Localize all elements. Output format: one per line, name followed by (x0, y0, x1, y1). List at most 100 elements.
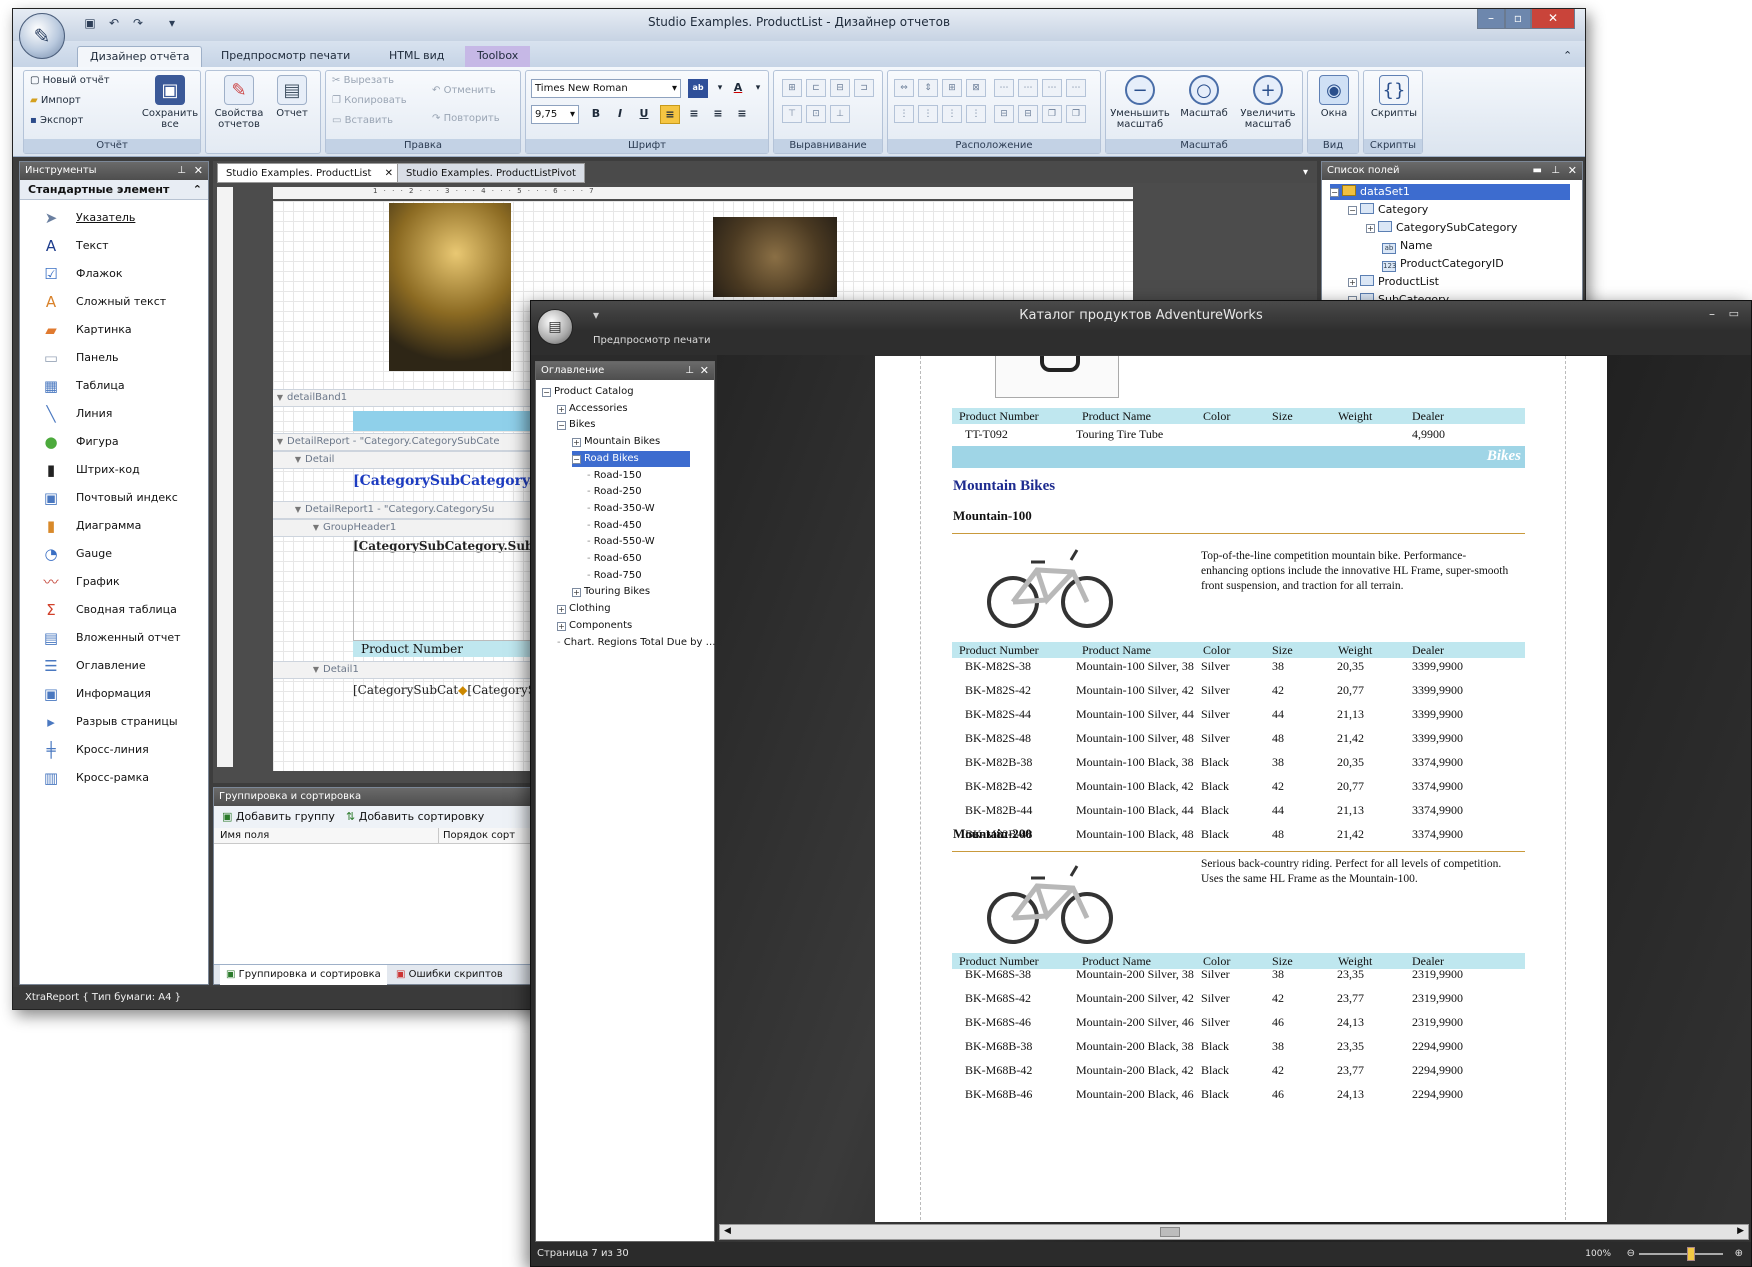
tab-print-preview[interactable]: Предпросмотр печати (593, 335, 711, 346)
add-sort-button[interactable]: ⇅ Добавить сортировку (346, 806, 484, 828)
close-tab-icon[interactable]: ✕ (385, 168, 393, 179)
doc-tab-productlistpivot[interactable]: Studio Examples. ProductListPivot (397, 163, 585, 183)
preview-app-orb[interactable]: ▤ (537, 309, 573, 345)
size-to-grid-icon[interactable]: ⊞ (942, 79, 962, 97)
tab-designer[interactable]: Дизайнер отчёта (77, 46, 203, 67)
expand-icon[interactable]: + (572, 588, 581, 598)
align-bottoms-icon[interactable]: ⊥ (830, 105, 850, 123)
cut-button[interactable]: ✂ Вырезать (332, 73, 394, 89)
tool-item[interactable]: ▤ Вложенный отчет (20, 624, 208, 652)
tool-item[interactable]: A Текст (20, 232, 208, 260)
field-node-dataset[interactable]: − dataSet1 (1330, 184, 1570, 200)
expand-icon[interactable]: ▼ (291, 502, 305, 518)
vert-spacing-increase-icon[interactable]: ⋮ (918, 105, 938, 123)
photo-cyclists[interactable] (389, 203, 511, 371)
expand-icon[interactable]: ▼ (273, 434, 287, 450)
report-properties-button[interactable]: ✎ Свойства отчетов (210, 75, 268, 130)
toc-item[interactable]: - Road-550-W (587, 534, 655, 550)
scroll-left-icon[interactable]: ◀ (724, 1226, 731, 1236)
zoom-slider-thumb[interactable] (1687, 1247, 1695, 1261)
center-vertically-icon[interactable]: ⊟ (1018, 105, 1038, 123)
tool-item[interactable]: ◔ Gauge (20, 540, 208, 568)
send-to-back-icon[interactable]: ❐ (1066, 105, 1086, 123)
collapse-icon[interactable]: − (557, 421, 566, 431)
vert-spacing-decrease-icon[interactable]: ⋮ (942, 105, 962, 123)
field-node-productlist[interactable]: + ProductList (1348, 274, 1439, 290)
expand-icon[interactable]: ▼ (273, 390, 287, 406)
tool-item[interactable]: ▣ Почтовый индекс (20, 484, 208, 512)
field-detail1[interactable]: [CategorySubCat◆[CategorySu (353, 683, 544, 697)
zoom-out-icon[interactable]: ⊖ (1627, 1242, 1635, 1266)
tabs-dropdown-icon[interactable]: ▾ (1295, 163, 1316, 183)
collapse-icon[interactable]: − (572, 454, 581, 464)
zoom-out-button[interactable]: − Уменьшить масштаб (1108, 75, 1172, 130)
justify-icon[interactable]: ≡ (732, 105, 752, 124)
ribbon-collapse-icon[interactable]: ⌃ (1551, 46, 1584, 67)
tools-section-header[interactable]: Стандартные элемент ⌃ (20, 180, 208, 200)
zoom-slider[interactable] (1639, 1253, 1723, 1255)
toc-item[interactable]: - Road-350-W (587, 501, 655, 517)
toc-item[interactable]: - Road-750 (587, 568, 642, 584)
maximize-button[interactable]: ▫ (1505, 9, 1531, 29)
tool-item[interactable]: ▸ Разрыв страницы (20, 708, 208, 736)
align-right-icon[interactable]: ≡ (708, 105, 728, 124)
add-group-button[interactable]: ▣ Добавить группу (222, 806, 335, 828)
tool-item[interactable]: ╲ Линия (20, 400, 208, 428)
font-size-select[interactable]: 9,75 ▾ (531, 105, 579, 124)
tool-item[interactable]: ☰ Оглавление (20, 652, 208, 680)
align-left-icon[interactable]: ≡ (660, 105, 680, 124)
tool-item[interactable]: Σ Сводная таблица (20, 596, 208, 624)
tool-item[interactable]: ● Фигура (20, 428, 208, 456)
close-icon[interactable]: ✕ (1568, 162, 1577, 180)
tab-html-view[interactable]: HTML вид (377, 46, 456, 67)
tab-grouping[interactable]: ▣ Группировка и сортировка (220, 965, 387, 985)
close-button[interactable]: ✕ (1531, 9, 1575, 29)
toc-item[interactable]: - Road-450 (587, 518, 642, 534)
tool-item[interactable]: 〰 График (20, 568, 208, 596)
tool-item[interactable]: ☑ Флажок (20, 260, 208, 288)
font-color-dropdown-icon[interactable]: ▾ (748, 79, 768, 98)
expand-icon[interactable]: + (572, 438, 581, 448)
pin-icon[interactable]: ⊥ (1551, 162, 1560, 180)
toc-item[interactable]: - Chart. Regions Total Due by … (557, 635, 716, 651)
tool-item[interactable]: ▦ Таблица (20, 372, 208, 400)
highlight-color-icon[interactable]: ab (688, 79, 708, 98)
expand-icon[interactable]: + (557, 621, 566, 631)
align-centers-icon[interactable]: ⊟ (830, 79, 850, 97)
col-field-name[interactable]: Имя поля (220, 828, 269, 844)
expand-icon[interactable]: + (557, 605, 566, 615)
toc-item[interactable]: + Components (557, 618, 632, 634)
field-node-productcategoryid[interactable]: 123 ProductCategoryID (1382, 256, 1504, 272)
new-report-button[interactable]: ▢ Новый отчёт (30, 73, 110, 89)
toc-item[interactable]: + Touring Bikes (572, 584, 650, 600)
horiz-spacing-equal-icon[interactable]: ⋯ (994, 79, 1014, 97)
field-node-categorysubcategory[interactable]: + CategorySubCategory (1366, 220, 1517, 236)
align-grid-icon[interactable]: ⊞ (782, 79, 802, 97)
center-horizontally-icon[interactable]: ⊟ (994, 105, 1014, 123)
preview-minimize-button[interactable]: – (1709, 307, 1715, 321)
align-center-icon[interactable]: ≡ (684, 105, 704, 124)
italic-button[interactable]: I (610, 105, 630, 124)
minimize-button[interactable]: – (1477, 9, 1505, 29)
preview-page[interactable]: Product Number Product Name Color Size Weigh… (875, 356, 1607, 1222)
collapse-icon[interactable]: − (542, 388, 551, 397)
tool-item[interactable]: ▥ Кросс-рамка (20, 764, 208, 792)
field-node-name[interactable]: ab Name (1382, 238, 1432, 254)
vert-spacing-equal-icon[interactable]: ⋮ (894, 105, 914, 123)
doc-tab-productlist[interactable]: Studio Examples. ProductList ✕ (217, 163, 403, 183)
align-middles-icon[interactable]: ⊡ (806, 105, 826, 123)
export-button[interactable]: ▪ Экспорт (30, 113, 83, 129)
field-node-category[interactable]: − Category (1348, 202, 1428, 218)
report-button[interactable]: ▤ Отчет (268, 75, 316, 119)
zoom-in-icon[interactable]: ⊕ (1735, 1242, 1743, 1266)
close-icon[interactable]: ✕ (700, 362, 709, 380)
toc-item[interactable]: + Mountain Bikes (572, 434, 660, 450)
toc-item[interactable]: - Road-250 (587, 484, 642, 500)
tool-item[interactable]: ▭ Панель (20, 344, 208, 372)
toc-item[interactable]: − Product Catalog (542, 384, 634, 400)
tool-item[interactable]: ➤ Указатель (20, 204, 208, 232)
expand-icon[interactable]: ▼ (309, 520, 323, 536)
tab-script-errors[interactable]: ▣ Ошибки скриптов (390, 965, 509, 985)
zoom-button[interactable]: ○ Масштаб (1174, 75, 1234, 119)
tool-item[interactable]: ▮ Штрих-код (20, 456, 208, 484)
